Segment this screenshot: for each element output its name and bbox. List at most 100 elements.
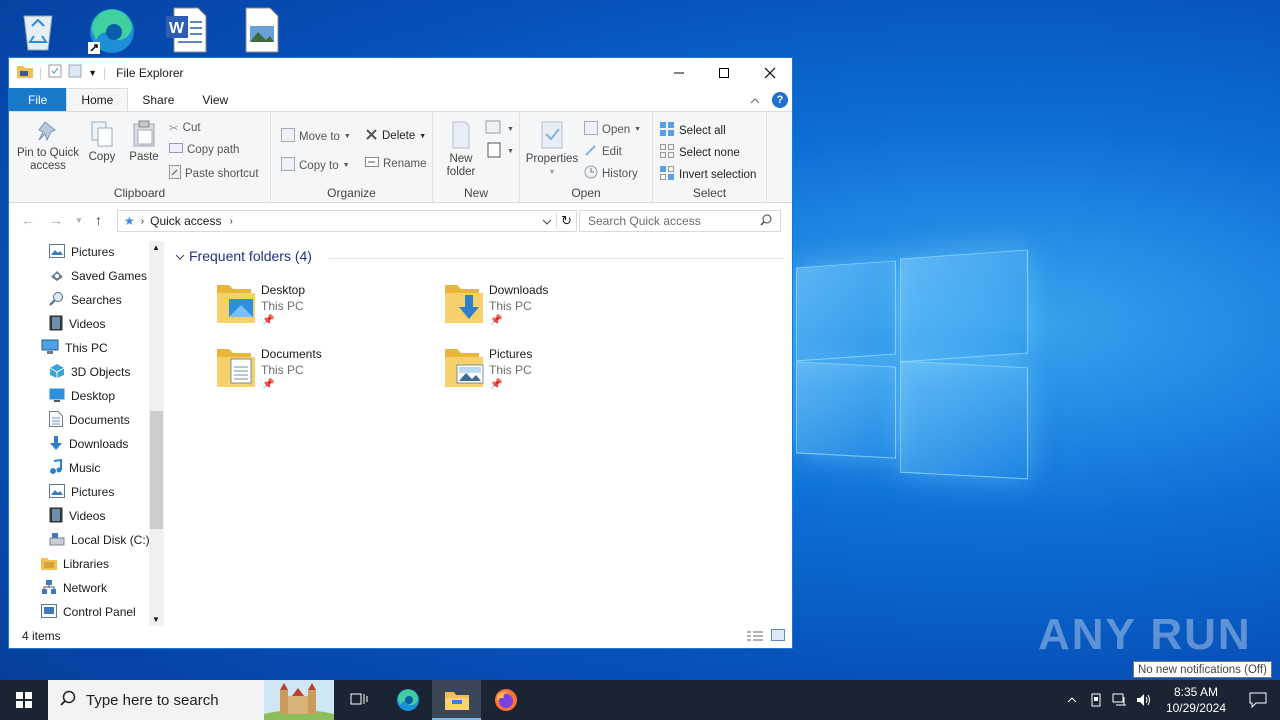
history-button[interactable]: History <box>584 165 638 182</box>
search-input[interactable]: Search Quick access <box>579 210 781 232</box>
cut-button[interactable]: ✂ Cut <box>169 121 201 135</box>
nav-item[interactable]: Desktop <box>49 385 115 407</box>
local-disk-icon <box>49 532 65 549</box>
help-icon[interactable]: ? <box>772 92 788 108</box>
folder-tile[interactable]: Pictures This PC 📌 <box>443 347 643 403</box>
folder-tile[interactable]: Downloads This PC 📌 <box>443 283 643 339</box>
taskbar-edge-button[interactable] <box>383 680 432 720</box>
show-hidden-icons-chevron-icon[interactable] <box>1060 697 1084 703</box>
taskbar-firefox-button[interactable] <box>481 680 530 720</box>
nav-item[interactable]: Downloads <box>49 433 128 455</box>
easy-access-button[interactable]: ▼ <box>485 142 514 161</box>
action-center-button[interactable] <box>1236 680 1280 720</box>
notification-tooltip: No new notifications (Off) <box>1133 661 1272 678</box>
details-view-icon[interactable] <box>747 630 763 645</box>
nav-item-label: Music <box>69 461 101 475</box>
collapse-ribbon-icon[interactable] <box>750 93 760 107</box>
nav-item[interactable]: Pictures <box>49 241 114 263</box>
organize-group-label: Organize <box>327 186 376 200</box>
select-none-button[interactable]: Select none <box>659 143 740 162</box>
edit-button[interactable]: Edit <box>584 143 622 160</box>
network-icon[interactable] <box>1108 693 1132 707</box>
nav-item[interactable]: Music <box>49 457 100 479</box>
nav-item[interactable]: Videos <box>49 505 105 527</box>
folder-tile[interactable]: Desktop This PC 📌 <box>215 283 415 339</box>
nav-item[interactable]: Control Panel <box>41 601 136 623</box>
nav-item[interactable]: Searches <box>49 289 122 311</box>
address-bar[interactable]: ★ › Quick access › ↻ <box>117 210 577 232</box>
taskbar-clock[interactable]: 8:35 AM 10/29/2024 <box>1156 684 1236 716</box>
word-document-icon[interactable]: W <box>164 6 212 54</box>
copy-path-button[interactable]: Copy path <box>169 143 239 156</box>
recent-locations-dropdown-icon[interactable]: ▼ <box>75 216 83 225</box>
scroll-down-arrow-icon[interactable]: ▼ <box>152 615 160 624</box>
scrollbar-thumb[interactable] <box>150 411 163 529</box>
close-button[interactable] <box>747 58 793 87</box>
nav-item[interactable]: Videos <box>49 313 105 335</box>
pin-to-quick-access-button[interactable]: Pin to Quick access <box>15 120 81 173</box>
scroll-up-arrow-icon[interactable]: ▲ <box>152 243 160 252</box>
nav-item[interactable]: Documents <box>49 409 130 431</box>
paste-button[interactable]: Paste <box>127 120 161 164</box>
copy-button[interactable]: Copy <box>85 120 119 164</box>
nav-item[interactable]: Network <box>41 577 107 599</box>
back-arrow-icon[interactable]: ← <box>21 212 35 228</box>
new-folder-button[interactable]: New folder <box>439 120 483 179</box>
paste-shortcut-button[interactable]: Paste shortcut <box>169 165 259 182</box>
status-bar: 4 items <box>9 624 792 648</box>
move-to-icon <box>281 128 295 145</box>
select-all-button[interactable]: Select all <box>659 121 726 140</box>
frequent-folders-header[interactable]: Frequent folders (4) <box>175 248 312 264</box>
edge-shortcut-icon[interactable] <box>86 6 134 54</box>
open-button[interactable]: Open ▼ <box>584 121 641 138</box>
delete-button[interactable]: Delete ▼ <box>365 128 426 144</box>
network-icon <box>41 579 57 598</box>
nav-item[interactable]: This PC <box>41 337 108 359</box>
tab-share[interactable]: Share <box>128 88 188 112</box>
nav-item[interactable]: 3D Objects <box>49 361 130 383</box>
nav-item[interactable]: Local Disk (C:) <box>49 529 150 551</box>
move-to-button[interactable]: Move to ▼ <box>281 128 351 145</box>
properties-button[interactable]: Properties ▼ <box>524 120 580 179</box>
tab-home[interactable]: Home <box>66 88 129 112</box>
rename-button[interactable]: Rename <box>365 157 426 170</box>
properties-qat-icon[interactable] <box>48 64 62 81</box>
properties-dropdown-icon: ▼ <box>548 169 556 176</box>
maximize-button[interactable] <box>701 58 747 87</box>
tab-view[interactable]: View <box>188 88 242 112</box>
taskbar-search-box[interactable]: Type here to search <box>48 680 334 720</box>
invert-selection-button[interactable]: Invert selection <box>659 165 756 184</box>
task-view-icon <box>350 693 367 705</box>
nav-item-label: Local Disk (C:) <box>71 533 150 547</box>
nav-item-label: Videos <box>69 317 106 331</box>
navigation-scrollbar[interactable]: ▲ ▼ <box>149 241 164 626</box>
address-dropdown-icon[interactable] <box>542 214 552 228</box>
forward-arrow-icon[interactable]: → <box>49 212 63 228</box>
taskbar-file-explorer-button[interactable] <box>432 680 481 720</box>
nav-item[interactable]: Saved Games <box>49 265 147 287</box>
ribbon: Pin to Quick access Copy Paste ✂ Cut Cop… <box>9 111 792 203</box>
start-button[interactable] <box>0 680 48 720</box>
folder-icon <box>215 281 257 328</box>
usb-device-icon[interactable] <box>1084 693 1108 707</box>
navigation-pane: Pictures Saved Games Searches Videos This PC… <box>9 241 164 625</box>
task-view-button[interactable] <box>334 680 383 720</box>
volume-icon[interactable] <box>1132 693 1156 707</box>
new-item-button[interactable]: ▼ <box>485 120 514 139</box>
breadcrumb-quick-access[interactable]: Quick access <box>150 214 221 228</box>
minimize-button[interactable] <box>656 58 702 87</box>
up-arrow-icon[interactable]: ↑ <box>95 212 102 228</box>
svg-text:W: W <box>169 20 185 37</box>
tab-file[interactable]: File <box>9 88 67 112</box>
nav-item[interactable]: Pictures <box>49 481 114 503</box>
recycle-bin-icon[interactable] <box>14 6 62 54</box>
large-icons-view-icon[interactable] <box>771 629 785 644</box>
image-file-icon[interactable] <box>240 6 288 54</box>
videos-icon <box>49 315 63 334</box>
folder-tile[interactable]: Documents This PC 📌 <box>215 347 415 403</box>
customize-qat-dropdown-icon[interactable]: ▼ <box>88 68 97 78</box>
nav-item[interactable]: Libraries <box>41 553 109 575</box>
refresh-icon[interactable]: ↻ <box>556 213 576 229</box>
copy-to-button[interactable]: Copy to ▼ <box>281 157 350 174</box>
new-folder-qat-icon[interactable] <box>68 64 82 81</box>
